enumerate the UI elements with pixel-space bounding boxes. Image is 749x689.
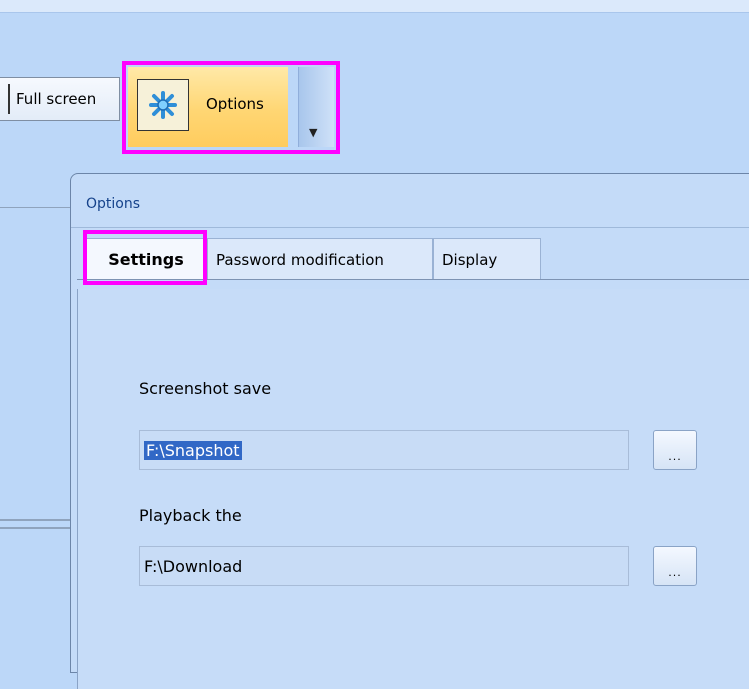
- tab-label: Display: [442, 250, 498, 269]
- full-screen-label: Full screen: [16, 90, 97, 108]
- full-screen-button[interactable]: Full screen: [0, 77, 120, 121]
- tab-label: Password modification: [216, 250, 384, 269]
- settings-panel: Screenshot save F:\Snapshot ... Playback…: [77, 289, 749, 689]
- options-dialog: Options Settings Password modification D…: [70, 173, 749, 689]
- tab-password-modification[interactable]: Password modification: [207, 238, 433, 280]
- dialog-title: Options: [86, 196, 141, 212]
- window-top-edge: [0, 0, 749, 13]
- playback-path-value: F:\Download: [144, 556, 243, 576]
- chevron-down-icon: ▼: [309, 126, 318, 139]
- browse-label: ...: [668, 450, 682, 463]
- screenshot-save-path-value: F:\Snapshot: [144, 440, 242, 460]
- browse-label: ...: [668, 566, 682, 579]
- playback-label: Playback the: [139, 506, 242, 525]
- divider: [0, 527, 70, 529]
- toolbar-dropdown-button[interactable]: ▼: [298, 67, 334, 147]
- playback-path-input[interactable]: F:\Download: [139, 546, 629, 586]
- screenshot-save-browse-button[interactable]: ...: [653, 430, 697, 470]
- playback-browse-button[interactable]: ...: [653, 546, 697, 586]
- divider: [0, 207, 70, 208]
- tab-display[interactable]: Display: [433, 238, 541, 280]
- divider: [0, 519, 70, 521]
- settings-highlight-box: [83, 230, 207, 285]
- screenshot-save-label: Screenshot save: [139, 379, 272, 398]
- screenshot-save-path-input[interactable]: F:\Snapshot: [139, 430, 629, 470]
